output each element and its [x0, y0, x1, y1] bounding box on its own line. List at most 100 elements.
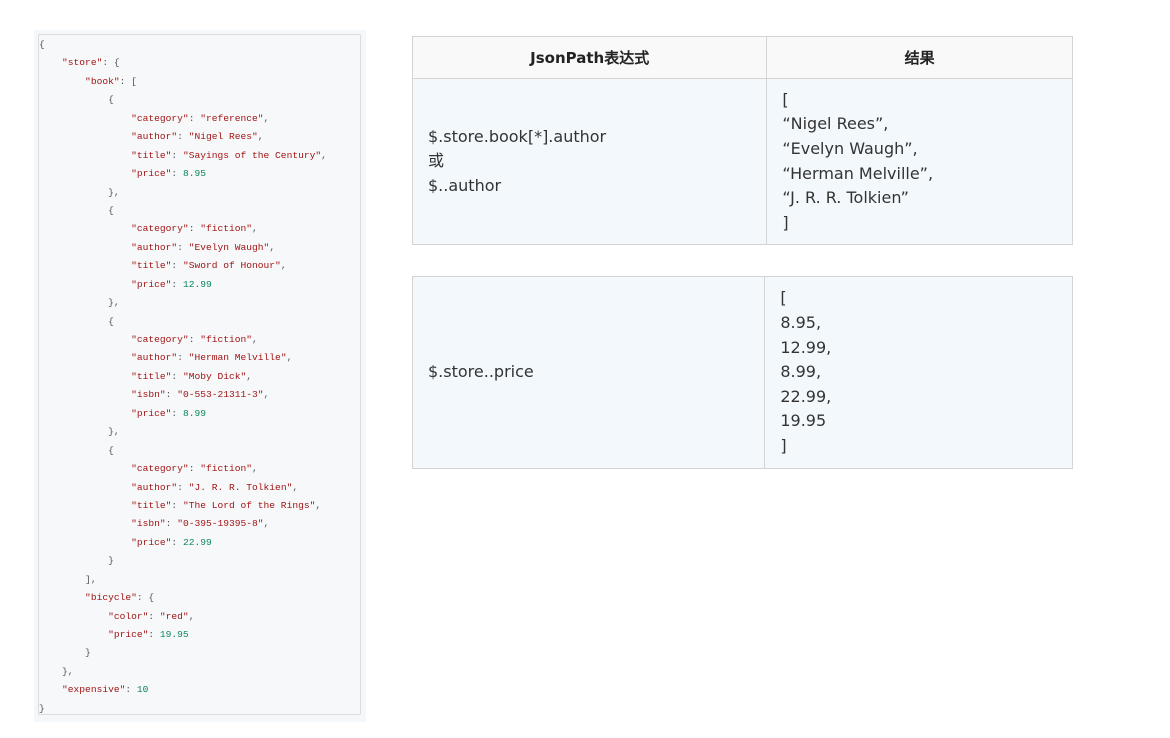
code-token: "author"	[39, 481, 178, 493]
cell-line: 22.99,	[780, 386, 832, 406]
table-row: $.store.book[*].author 或 $..author [ “Nigel…	[411, 78, 1073, 245]
code-token: "author"	[39, 241, 178, 253]
code-token: ,	[286, 352, 293, 364]
code-line: "price": 19.95	[39, 626, 360, 644]
code-token: :	[171, 260, 183, 272]
header-expression: JsonPath表达式	[411, 36, 768, 79]
code-line: "bicycle": {	[39, 589, 360, 607]
code-token: ,	[269, 241, 276, 253]
code-token: :	[188, 223, 201, 235]
code-token: "isbn"	[39, 518, 166, 530]
cell-line: “Herman Melville”,	[782, 163, 934, 183]
code-token: "0-553-21311-3"	[177, 389, 264, 401]
code-token: "The Lord of the Rings"	[182, 499, 316, 511]
code-token: ,	[280, 260, 287, 272]
code-line: "title": "Sayings of the Century",	[39, 147, 360, 165]
code-token: : {	[102, 57, 120, 69]
result-cell: [ “Nigel Rees”, “Evelyn Waugh”, “Herman Mel…	[766, 78, 1073, 245]
code-line: "isbn": "0-395-19395-8",	[39, 515, 360, 533]
code-line: "author": "Herman Melville",	[39, 349, 360, 367]
code-token: },	[39, 297, 120, 309]
code-token: "Moby Dick"	[182, 370, 247, 382]
code-token: "price"	[39, 168, 172, 180]
code-line: }	[39, 700, 360, 714]
code-token: ,	[252, 463, 258, 475]
code-token: :	[188, 112, 201, 124]
code-token: "reference"	[200, 112, 264, 124]
code-line: "author": "Evelyn Waugh",	[39, 239, 360, 257]
code-line: },	[39, 294, 360, 312]
expression-cell: $.store.book[*].author 或 $..author	[411, 78, 768, 245]
code-token: :	[171, 536, 183, 548]
code-token: "color"	[39, 610, 149, 622]
code-token: }	[39, 702, 45, 714]
result-lines: [ “Nigel Rees”, “Evelyn Waugh”, “Herman Mel…	[782, 88, 1072, 236]
cell-line: “Evelyn Waugh”,	[782, 138, 918, 158]
code-line: "store": {	[39, 54, 360, 72]
code-token: :	[177, 352, 189, 364]
code-token: "price"	[39, 407, 172, 419]
code-token: 8.99	[182, 407, 206, 419]
code-block-container: { "store": { "book": [ { "category": "re…	[34, 30, 366, 722]
code-token: "red"	[159, 610, 189, 622]
code-token: 12.99	[182, 278, 212, 290]
code-line: "author": "J. R. R. Tolkien",	[39, 479, 360, 497]
code-token: "book"	[39, 75, 120, 87]
code-token: :	[177, 481, 189, 493]
code-token: ,	[263, 112, 270, 124]
code-token: ,	[257, 131, 264, 143]
cell-line: ]	[782, 212, 789, 232]
code-token: ,	[188, 610, 195, 622]
code-token: {	[39, 315, 114, 327]
code-token: 8.95	[182, 168, 206, 180]
table-row: $.store..price [8.95, 12.99, 8.99, 22.99, 19…	[411, 276, 1073, 469]
code-token: :	[148, 610, 160, 622]
cell-line: 8.95,	[780, 313, 822, 333]
code-line: }	[39, 552, 360, 570]
code-line: "isbn": "0-553-21311-3",	[39, 386, 360, 404]
result-lines: [8.95, 12.99, 8.99, 22.99, 19.95]	[780, 286, 1072, 458]
code-token: "author"	[39, 131, 178, 143]
code-line: {	[39, 442, 360, 460]
expression-cell: $.store..price	[411, 276, 766, 469]
code-token: "Sword of Honour"	[182, 260, 281, 272]
cell-line: “Nigel Rees”,	[782, 114, 889, 134]
code-token: :	[171, 149, 183, 161]
code-token: "fiction"	[200, 334, 253, 345]
table-header-row: JsonPath表达式 结果	[411, 36, 1073, 79]
code-line: "title": "Sword of Honour",	[39, 257, 360, 275]
code-token: "category"	[39, 334, 189, 345]
cell-line: 8.99,	[780, 362, 822, 382]
code-token: "fiction"	[200, 223, 253, 235]
expression-lines: $.store..price	[428, 360, 764, 385]
code-token: "Herman Melville"	[188, 352, 287, 364]
code-line: "book": [	[39, 73, 360, 91]
code-line: "price": 8.95	[39, 165, 360, 183]
code-line: "category": "fiction",	[39, 460, 360, 478]
code-token: "Evelyn Waugh"	[188, 241, 270, 253]
code-line: },	[39, 663, 360, 681]
code-token: :	[165, 389, 178, 401]
code-token: "Sayings of the Century"	[182, 149, 322, 161]
code-token: :	[177, 131, 189, 143]
cell-line: [	[782, 89, 789, 109]
code-token: :	[125, 684, 137, 696]
code-line: "price": 12.99	[39, 276, 360, 294]
code-token: "category"	[39, 463, 189, 475]
code-token: : [	[119, 75, 137, 87]
code-line: "category": "fiction",	[39, 220, 360, 238]
code-token: ,	[263, 389, 270, 401]
code-line: "title": "Moby Dick",	[39, 368, 360, 386]
code-token: ,	[263, 518, 270, 530]
code-token: "price"	[39, 536, 172, 548]
code-token: {	[39, 39, 45, 50]
code-token: "title"	[39, 370, 172, 382]
code-token: 10	[136, 684, 149, 696]
code-token: "price"	[39, 278, 172, 290]
code-token: "price"	[39, 629, 149, 640]
code-token: "store"	[39, 57, 103, 69]
code-token: :	[171, 278, 183, 290]
jsonpath-table-price: $.store..price [8.95, 12.99, 8.99, 22.99, 19…	[411, 276, 1073, 469]
cell-line: [	[780, 288, 787, 308]
json-code-block: { "store": { "book": [ { "category": "re…	[38, 34, 361, 715]
